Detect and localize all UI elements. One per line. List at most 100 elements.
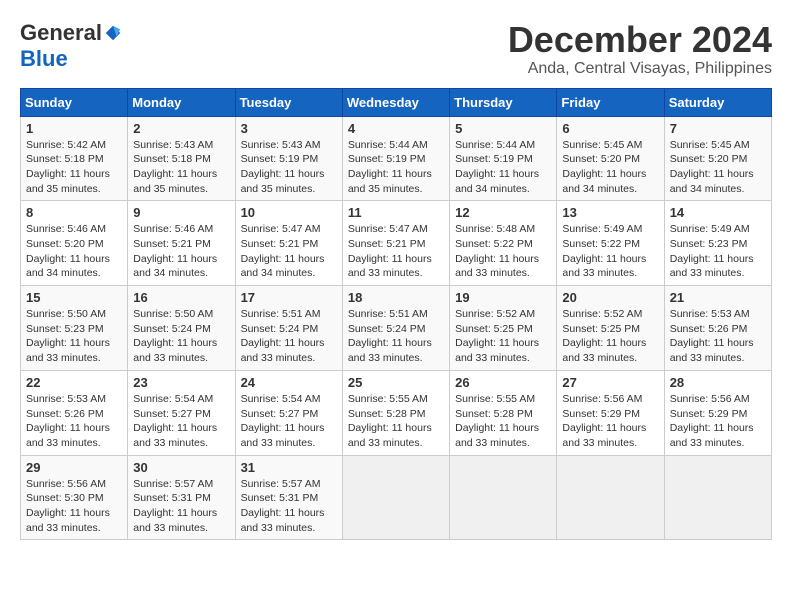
calendar-week-1: 1Sunrise: 5:42 AMSunset: 5:18 PMDaylight… (21, 116, 772, 201)
cell-content: Sunrise: 5:44 AMSunset: 5:19 PMDaylight:… (455, 138, 551, 197)
cell-content: Sunrise: 5:43 AMSunset: 5:19 PMDaylight:… (241, 138, 337, 197)
table-row: 16 Sunrise: 5:50 AMSunset: 5:24 PMDayligh… (128, 286, 235, 371)
day-number: 29 (26, 460, 122, 475)
cell-content: Sunrise: 5:56 AMSunset: 5:29 PMDaylight:… (562, 392, 658, 451)
table-row: 5 Sunrise: 5:44 AMSunset: 5:19 PMDaylight… (450, 116, 557, 201)
day-number: 4 (348, 121, 444, 136)
calendar-table: Sunday Monday Tuesday Wednesday Thursday… (20, 88, 772, 541)
cell-content: Sunrise: 5:51 AMSunset: 5:24 PMDaylight:… (348, 307, 444, 366)
table-row: 20 Sunrise: 5:52 AMSunset: 5:25 PMDayligh… (557, 286, 664, 371)
table-row: 8 Sunrise: 5:46 AMSunset: 5:20 PMDaylight… (21, 201, 128, 286)
day-number: 18 (348, 290, 444, 305)
table-row: 14 Sunrise: 5:49 AMSunset: 5:23 PMDayligh… (664, 201, 771, 286)
table-row: 18 Sunrise: 5:51 AMSunset: 5:24 PMDayligh… (342, 286, 449, 371)
cell-content: Sunrise: 5:47 AMSunset: 5:21 PMDaylight:… (348, 222, 444, 281)
day-number: 19 (455, 290, 551, 305)
col-wednesday: Wednesday (342, 88, 449, 116)
table-row: 21Sunrise: 5:53 AMSunset: 5:26 PMDayligh… (664, 286, 771, 371)
table-row: 22 Sunrise: 5:53 AMSunset: 5:26 PMDayligh… (21, 370, 128, 455)
month-title: December 2024 (508, 20, 772, 60)
day-number: 7 (670, 121, 766, 136)
day-number: 25 (348, 375, 444, 390)
cell-content: Sunrise: 5:56 AMSunset: 5:30 PMDaylight:… (26, 477, 122, 536)
cell-content: Sunrise: 5:52 AMSunset: 5:25 PMDaylight:… (455, 307, 551, 366)
cell-content: Sunrise: 5:53 AMSunset: 5:26 PMDaylight:… (26, 392, 122, 451)
day-number: 23 (133, 375, 229, 390)
cell-content: Sunrise: 5:53 AMSunset: 5:26 PMDaylight:… (670, 307, 766, 366)
calendar-week-2: 8 Sunrise: 5:46 AMSunset: 5:20 PMDaylight… (21, 201, 772, 286)
day-number: 27 (562, 375, 658, 390)
calendar-week-5: 29 Sunrise: 5:56 AMSunset: 5:30 PMDayligh… (21, 455, 772, 540)
cell-content: Sunrise: 5:54 AMSunset: 5:27 PMDaylight:… (241, 392, 337, 451)
table-row: 19 Sunrise: 5:52 AMSunset: 5:25 PMDayligh… (450, 286, 557, 371)
col-thursday: Thursday (450, 88, 557, 116)
cell-content: Sunrise: 5:43 AMSunset: 5:18 PMDaylight:… (133, 138, 229, 197)
day-number: 3 (241, 121, 337, 136)
table-row: 31 Sunrise: 5:57 AMSunset: 5:31 PMDayligh… (235, 455, 342, 540)
day-number: 30 (133, 460, 229, 475)
col-tuesday: Tuesday (235, 88, 342, 116)
day-number: 14 (670, 205, 766, 220)
cell-content: Sunrise: 5:49 AMSunset: 5:22 PMDaylight:… (562, 222, 658, 281)
day-number: 6 (562, 121, 658, 136)
day-number: 13 (562, 205, 658, 220)
col-friday: Friday (557, 88, 664, 116)
table-row: 4 Sunrise: 5:44 AMSunset: 5:19 PMDaylight… (342, 116, 449, 201)
day-number: 5 (455, 121, 551, 136)
table-row: 23 Sunrise: 5:54 AMSunset: 5:27 PMDayligh… (128, 370, 235, 455)
day-number: 8 (26, 205, 122, 220)
logo-general: General (20, 20, 102, 46)
day-number: 26 (455, 375, 551, 390)
day-number: 20 (562, 290, 658, 305)
day-number: 11 (348, 205, 444, 220)
cell-content: Sunrise: 5:52 AMSunset: 5:25 PMDaylight:… (562, 307, 658, 366)
cell-content: Sunrise: 5:57 AMSunset: 5:31 PMDaylight:… (133, 477, 229, 536)
day-number: 16 (133, 290, 229, 305)
cell-content: Sunrise: 5:54 AMSunset: 5:27 PMDaylight:… (133, 392, 229, 451)
table-row: 6 Sunrise: 5:45 AMSunset: 5:20 PMDaylight… (557, 116, 664, 201)
day-number: 10 (241, 205, 337, 220)
day-number: 9 (133, 205, 229, 220)
cell-content: Sunrise: 5:44 AMSunset: 5:19 PMDaylight:… (348, 138, 444, 197)
table-row (557, 455, 664, 540)
cell-content: Sunrise: 5:45 AMSunset: 5:20 PMDaylight:… (562, 138, 658, 197)
table-row: 12Sunrise: 5:48 AMSunset: 5:22 PMDayligh… (450, 201, 557, 286)
table-row: 10Sunrise: 5:47 AMSunset: 5:21 PMDayligh… (235, 201, 342, 286)
table-row: 28 Sunrise: 5:56 AMSunset: 5:29 PMDayligh… (664, 370, 771, 455)
cell-content: Sunrise: 5:57 AMSunset: 5:31 PMDaylight:… (241, 477, 337, 536)
cell-content: Sunrise: 5:56 AMSunset: 5:29 PMDaylight:… (670, 392, 766, 451)
table-row: 17Sunrise: 5:51 AMSunset: 5:24 PMDayligh… (235, 286, 342, 371)
table-row: 27 Sunrise: 5:56 AMSunset: 5:29 PMDayligh… (557, 370, 664, 455)
col-sunday: Sunday (21, 88, 128, 116)
day-number: 31 (241, 460, 337, 475)
table-row: 7Sunrise: 5:45 AMSunset: 5:20 PMDaylight… (664, 116, 771, 201)
table-row: 13 Sunrise: 5:49 AMSunset: 5:22 PMDayligh… (557, 201, 664, 286)
table-row: 1Sunrise: 5:42 AMSunset: 5:18 PMDaylight… (21, 116, 128, 201)
day-number: 22 (26, 375, 122, 390)
col-monday: Monday (128, 88, 235, 116)
header: General Blue December 2024 Anda, Central… (20, 20, 772, 78)
day-number: 12 (455, 205, 551, 220)
table-row: 15 Sunrise: 5:50 AMSunset: 5:23 PMDayligh… (21, 286, 128, 371)
col-saturday: Saturday (664, 88, 771, 116)
cell-content: Sunrise: 5:50 AMSunset: 5:23 PMDaylight:… (26, 307, 122, 366)
table-row: 9 Sunrise: 5:46 AMSunset: 5:21 PMDaylight… (128, 201, 235, 286)
calendar-header-row: Sunday Monday Tuesday Wednesday Thursday… (21, 88, 772, 116)
day-number: 2 (133, 121, 229, 136)
cell-content: Sunrise: 5:46 AMSunset: 5:20 PMDaylight:… (26, 222, 122, 281)
day-number: 15 (26, 290, 122, 305)
table-row: 11 Sunrise: 5:47 AMSunset: 5:21 PMDayligh… (342, 201, 449, 286)
day-number: 1 (26, 121, 122, 136)
cell-content: Sunrise: 5:51 AMSunset: 5:24 PMDaylight:… (241, 307, 337, 366)
logo: General Blue (20, 20, 124, 72)
calendar-week-4: 22 Sunrise: 5:53 AMSunset: 5:26 PMDayligh… (21, 370, 772, 455)
day-number: 28 (670, 375, 766, 390)
table-row: 29 Sunrise: 5:56 AMSunset: 5:30 PMDayligh… (21, 455, 128, 540)
calendar-week-3: 15 Sunrise: 5:50 AMSunset: 5:23 PMDayligh… (21, 286, 772, 371)
table-row (664, 455, 771, 540)
title-section: December 2024 Anda, Central Visayas, Phi… (508, 20, 772, 78)
table-row: 25Sunrise: 5:55 AMSunset: 5:28 PMDayligh… (342, 370, 449, 455)
cell-content: Sunrise: 5:50 AMSunset: 5:24 PMDaylight:… (133, 307, 229, 366)
cell-content: Sunrise: 5:49 AMSunset: 5:23 PMDaylight:… (670, 222, 766, 281)
cell-content: Sunrise: 5:46 AMSunset: 5:21 PMDaylight:… (133, 222, 229, 281)
